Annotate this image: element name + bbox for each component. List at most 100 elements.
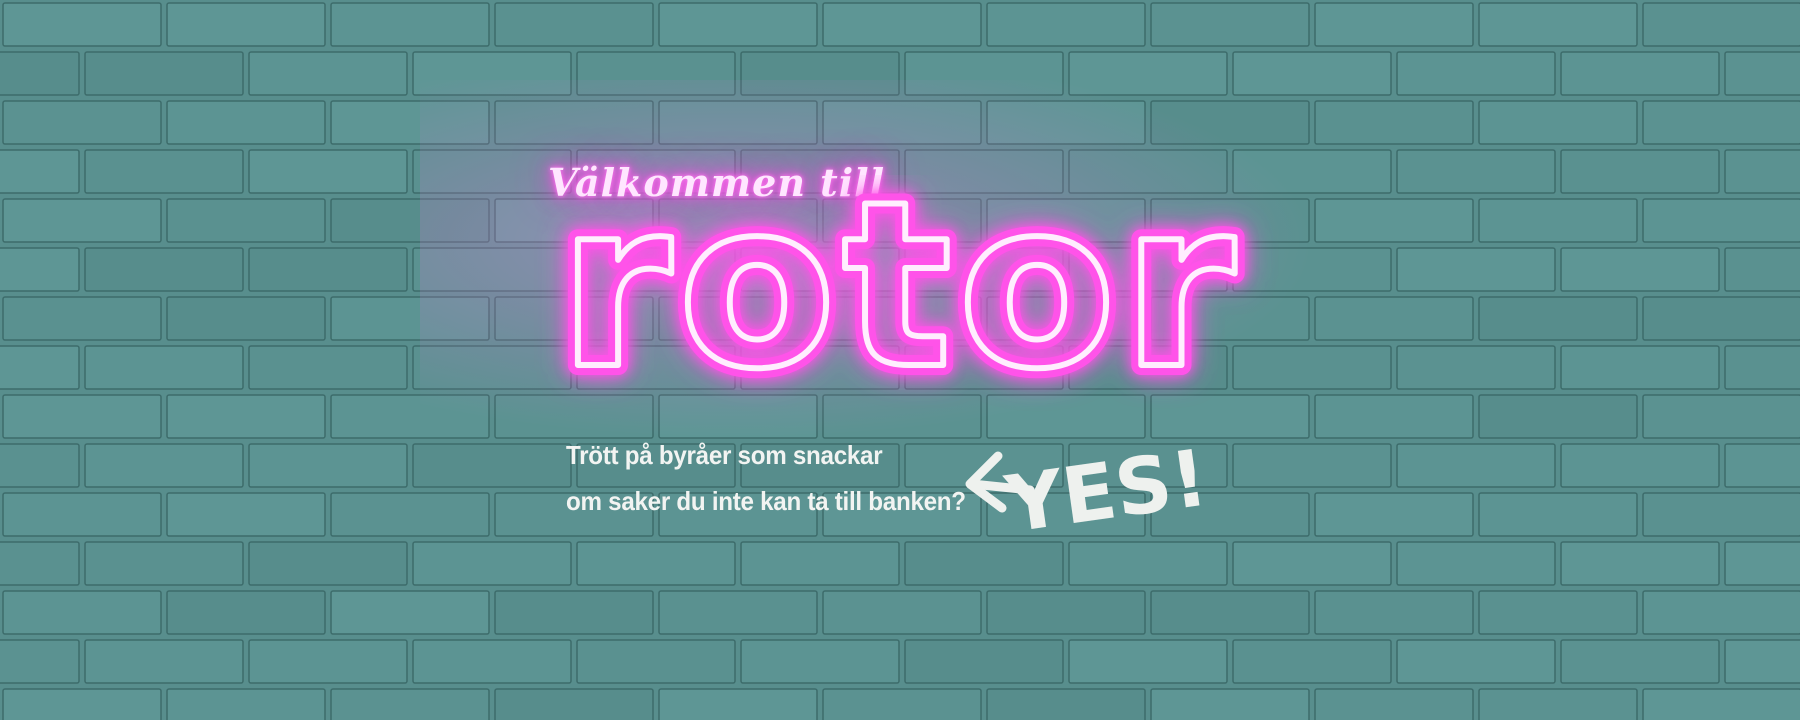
- brick: [412, 541, 572, 586]
- brick: [248, 541, 408, 586]
- brick: [1724, 149, 1800, 194]
- brick: [1560, 247, 1720, 292]
- brick: [2, 198, 162, 243]
- brick: [330, 198, 490, 243]
- brick: [248, 247, 408, 292]
- brick: [2, 492, 162, 537]
- brick: [1396, 639, 1556, 684]
- brick: [904, 51, 1064, 96]
- brick: [1642, 492, 1800, 537]
- brick: [84, 541, 244, 586]
- brick: [1314, 2, 1474, 47]
- brick: [248, 51, 408, 96]
- brick: [84, 639, 244, 684]
- brick: [1560, 639, 1720, 684]
- brick: [1478, 688, 1638, 720]
- brand-neon-core: rotor: [559, 175, 1242, 415]
- brick: [0, 541, 80, 586]
- brick: [248, 149, 408, 194]
- brick: [1724, 51, 1800, 96]
- brick: [84, 51, 244, 96]
- brick: [166, 100, 326, 145]
- brick: [1642, 100, 1800, 145]
- brick: [1150, 100, 1310, 145]
- brick: [576, 639, 736, 684]
- brick: [494, 590, 654, 635]
- brick: [166, 688, 326, 720]
- brick: [2, 688, 162, 720]
- brick: [1232, 541, 1392, 586]
- brick: [1560, 149, 1720, 194]
- brick: [412, 639, 572, 684]
- brick: [1232, 443, 1392, 488]
- brick: [1724, 541, 1800, 586]
- brick: [658, 590, 818, 635]
- hero-banner: Välkommen till rotor rotor Trött på byrå…: [0, 0, 1800, 720]
- brick: [1724, 443, 1800, 488]
- brick: [2, 590, 162, 635]
- brick: [986, 100, 1146, 145]
- brick: [658, 688, 818, 720]
- brick: [84, 149, 244, 194]
- brick: [1232, 51, 1392, 96]
- brick: [986, 688, 1146, 720]
- brick: [1478, 492, 1638, 537]
- brick: [1068, 51, 1228, 96]
- brick: [822, 590, 982, 635]
- brick: [658, 100, 818, 145]
- brick: [1478, 198, 1638, 243]
- brick: [1560, 345, 1720, 390]
- brick: [1724, 345, 1800, 390]
- brick: [740, 639, 900, 684]
- brick: [330, 100, 490, 145]
- brick: [330, 590, 490, 635]
- brick: [1478, 100, 1638, 145]
- brick: [166, 296, 326, 341]
- brick: [1560, 541, 1720, 586]
- brick: [1642, 2, 1800, 47]
- brick: [330, 394, 490, 439]
- brick: [412, 51, 572, 96]
- brick: [84, 345, 244, 390]
- yes-text: YES!: [1000, 433, 1213, 550]
- brick: [986, 2, 1146, 47]
- brick: [986, 590, 1146, 635]
- brick: [1150, 2, 1310, 47]
- brick: [740, 51, 900, 96]
- brick: [1642, 590, 1800, 635]
- brick: [1150, 688, 1310, 720]
- tagline-line-1: Trött på byråer som snackar: [566, 440, 883, 470]
- tagline: Trött på byråer som snackar om saker du …: [566, 432, 966, 524]
- brick: [1314, 198, 1474, 243]
- brick: [166, 590, 326, 635]
- brick: [166, 492, 326, 537]
- brick: [2, 394, 162, 439]
- brick: [822, 2, 982, 47]
- brick: [658, 2, 818, 47]
- brick: [1314, 688, 1474, 720]
- brick: [0, 443, 80, 488]
- brick: [1314, 296, 1474, 341]
- brick: [1396, 345, 1556, 390]
- brick: [412, 443, 572, 488]
- tagline-line-2: om saker du inte kan ta till banken?: [566, 486, 966, 516]
- brick: [1478, 394, 1638, 439]
- brick: [1396, 443, 1556, 488]
- brick: [248, 443, 408, 488]
- brick: [1232, 639, 1392, 684]
- brick: [1478, 296, 1638, 341]
- brick: [822, 688, 982, 720]
- brand-logo: rotor rotor: [549, 175, 1246, 415]
- brick: [1396, 541, 1556, 586]
- brick: [1314, 590, 1474, 635]
- brick: [248, 345, 408, 390]
- brick: [330, 2, 490, 47]
- brick: [1724, 247, 1800, 292]
- brick: [1724, 639, 1800, 684]
- brick: [330, 492, 490, 537]
- brick: [0, 345, 80, 390]
- brick: [1642, 296, 1800, 341]
- brick: [1560, 51, 1720, 96]
- brick: [1396, 51, 1556, 96]
- brick: [1314, 100, 1474, 145]
